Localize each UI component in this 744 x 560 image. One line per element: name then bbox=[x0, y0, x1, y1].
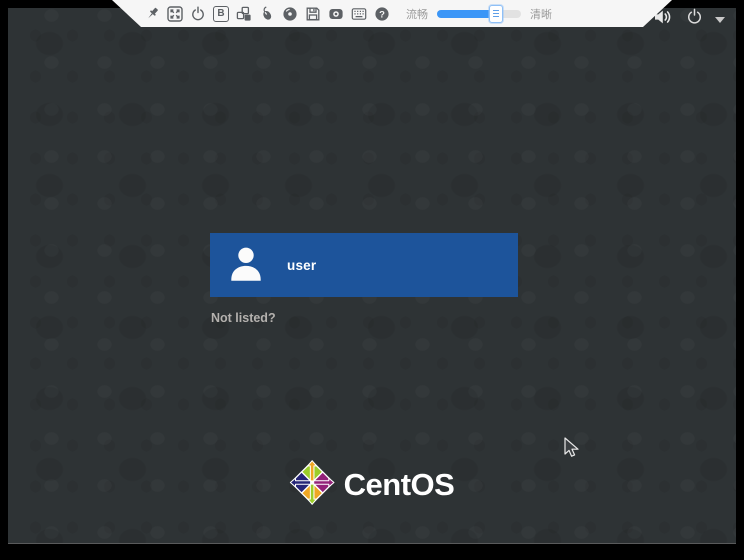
not-listed-link[interactable]: Not listed? bbox=[211, 311, 276, 325]
power-icon bbox=[686, 8, 703, 28]
screen-record-button[interactable] bbox=[327, 5, 345, 23]
disc-button[interactable] bbox=[281, 5, 299, 23]
pin-toolbar-button[interactable] bbox=[143, 5, 161, 23]
usb-disk-icon bbox=[305, 6, 321, 22]
help-icon: ? bbox=[374, 6, 390, 22]
screen-record-icon bbox=[328, 6, 344, 22]
mouse-settings-button[interactable] bbox=[258, 5, 276, 23]
fullscreen-button[interactable] bbox=[166, 5, 184, 23]
centos-branding: CentOS bbox=[290, 460, 455, 510]
mouse-icon bbox=[259, 6, 275, 22]
fullscreen-icon bbox=[167, 6, 183, 22]
centos-logo-icon bbox=[290, 460, 335, 510]
shortcut-keys-icon bbox=[236, 6, 252, 22]
on-screen-keyboard-button[interactable] bbox=[350, 5, 368, 23]
letter-b-icon: B bbox=[213, 6, 229, 22]
remote-viewer-toolbar: B bbox=[112, 0, 672, 27]
shortcut-keys-button[interactable] bbox=[235, 5, 253, 23]
user-list-item-user[interactable]: user bbox=[210, 233, 518, 297]
caret-down-icon bbox=[715, 11, 725, 26]
quality-slider-handle[interactable] bbox=[489, 5, 503, 23]
svg-text:?: ? bbox=[379, 9, 385, 20]
slider-clear-label: 清晰 bbox=[530, 6, 552, 22]
centos-wordmark: CentOS bbox=[344, 467, 455, 503]
letter-b-key-button[interactable]: B bbox=[212, 5, 230, 23]
gdm-status-area bbox=[653, 8, 725, 28]
power-button[interactable] bbox=[686, 8, 703, 28]
toolbar-icon-group: B bbox=[143, 5, 391, 23]
session-menu-button[interactable] bbox=[715, 11, 725, 26]
pin-icon bbox=[145, 6, 160, 21]
user-name-label: user bbox=[287, 258, 316, 273]
on-screen-keyboard-icon bbox=[351, 6, 367, 22]
remote-power-button[interactable] bbox=[189, 5, 207, 23]
power-circle-icon bbox=[190, 6, 206, 22]
user-avatar-icon bbox=[226, 243, 266, 288]
usb-disk-button[interactable] bbox=[304, 5, 322, 23]
quality-slider[interactable] bbox=[437, 10, 521, 18]
quality-slider-fill bbox=[437, 10, 496, 18]
quality-slider-group: 流畅 清晰 bbox=[406, 6, 552, 22]
help-button[interactable]: ? bbox=[373, 5, 391, 23]
slider-smooth-label: 流畅 bbox=[406, 6, 428, 22]
disc-icon bbox=[282, 6, 298, 22]
